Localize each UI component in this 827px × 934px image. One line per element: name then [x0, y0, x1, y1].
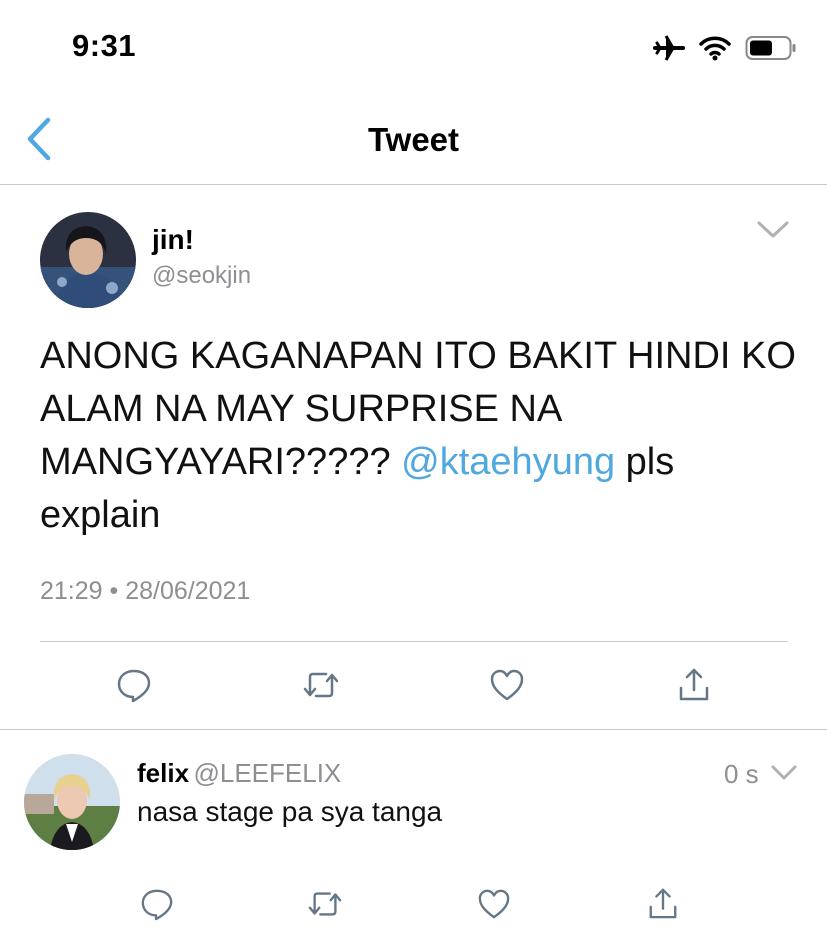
page-title: Tweet — [367, 121, 460, 158]
reply-chevron-down-icon[interactable] — [770, 764, 798, 782]
share-button[interactable] — [674, 664, 714, 704]
reply-time: 0 s — [724, 759, 759, 789]
tweet-text: ANONG KAGANAPAN ITO BAKIT HINDI KO ALAM … — [40, 330, 800, 542]
like-button[interactable] — [487, 665, 527, 705]
reply-like-button[interactable] — [474, 884, 514, 924]
reply-author-name[interactable]: felix — [137, 758, 189, 788]
nav-divider — [0, 184, 827, 185]
retweet-button[interactable] — [301, 665, 341, 705]
tweet-timestamp: 21:29 • 28/06/2021 — [40, 577, 251, 605]
retweet-icon — [303, 672, 339, 698]
share-icon — [679, 668, 709, 701]
reply-avatar[interactable] — [24, 754, 120, 850]
actions-divider — [40, 641, 788, 642]
avatar-image — [40, 212, 136, 308]
reply-text: nasa stage pa sya tanga — [137, 796, 443, 827]
author-name[interactable]: jin! — [152, 224, 194, 256]
reply-button[interactable] — [114, 665, 154, 705]
reply-share-button[interactable] — [643, 883, 683, 923]
status-icons — [653, 34, 797, 62]
chevron-down-icon[interactable] — [756, 220, 790, 240]
status-time: 9:31 — [72, 28, 137, 63]
reply-header: felix @LEEFELIX — [137, 758, 341, 789]
share-icon — [649, 888, 677, 919]
reply-icon — [117, 669, 151, 703]
reply-reply-button[interactable] — [137, 884, 177, 924]
author-handle[interactable]: @seokjin — [152, 262, 251, 290]
retweet-icon — [308, 892, 342, 916]
airplane-icon — [653, 35, 685, 61]
reply-icon — [141, 889, 173, 921]
reply-avatar-image — [24, 754, 120, 850]
avatar[interactable] — [40, 212, 136, 308]
heart-icon — [490, 669, 524, 701]
reply-author-handle[interactable]: @LEEFELIX — [193, 758, 341, 788]
reply-divider — [0, 729, 827, 730]
wifi-icon — [699, 36, 731, 61]
mention-link[interactable]: @ktaehyung — [401, 441, 615, 483]
battery-icon — [745, 36, 796, 60]
heart-icon — [478, 889, 510, 919]
reply-retweet-button[interactable] — [305, 884, 345, 924]
